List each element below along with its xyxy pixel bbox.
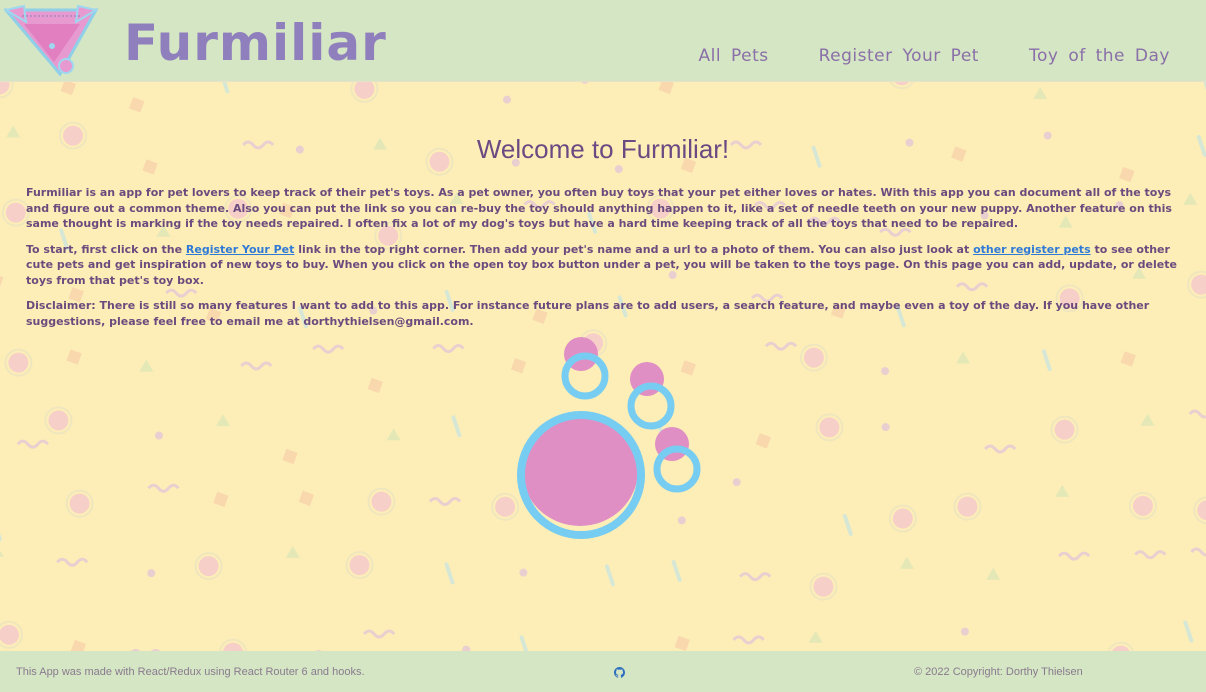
main-content: Welcome to Furmiliar! Furmiliar is an ap…	[0, 82, 1206, 651]
intro-text: Furmiliar is an app for pet lovers to ke…	[26, 185, 1184, 339]
intro-paragraph: Furmiliar is an app for pet lovers to ke…	[26, 186, 1172, 230]
footer-tech-note: This App was made with React/Redux using…	[16, 666, 365, 678]
footer-copyright: © 2022 Copyright: Dorthy Thielsen	[914, 666, 1083, 678]
page-title: Welcome to Furmiliar!	[476, 134, 730, 164]
brand-name[interactable]: Furmiliar	[124, 14, 387, 72]
paw-print-icon	[517, 337, 701, 539]
disclaimer-paragraph: Disclaimer: There is still so many featu…	[26, 299, 1150, 328]
logo-icon[interactable]	[4, 4, 98, 78]
site-header: Furmiliar All Pets Register Your Pet Toy…	[0, 0, 1206, 82]
main-nav: All Pets Register Your Pet Toy of the Da…	[698, 46, 1170, 66]
instructions-text: To start, first click on the	[26, 242, 186, 256]
other-registered-pets-link[interactable]: other register pets	[973, 243, 1091, 256]
nav-all-pets[interactable]: All Pets	[698, 46, 768, 66]
site-footer: This App was made with React/Redux using…	[0, 651, 1206, 692]
github-icon[interactable]	[614, 667, 625, 678]
nav-register-pet[interactable]: Register Your Pet	[819, 46, 979, 66]
register-your-pet-link[interactable]: Register Your Pet	[186, 243, 294, 256]
instructions-text: link in the top right corner. Then add y…	[294, 242, 974, 256]
instructions-paragraph: To start, first click on the Register Yo…	[26, 242, 1184, 289]
nav-toy-of-the-day[interactable]: Toy of the Day	[1029, 46, 1170, 66]
